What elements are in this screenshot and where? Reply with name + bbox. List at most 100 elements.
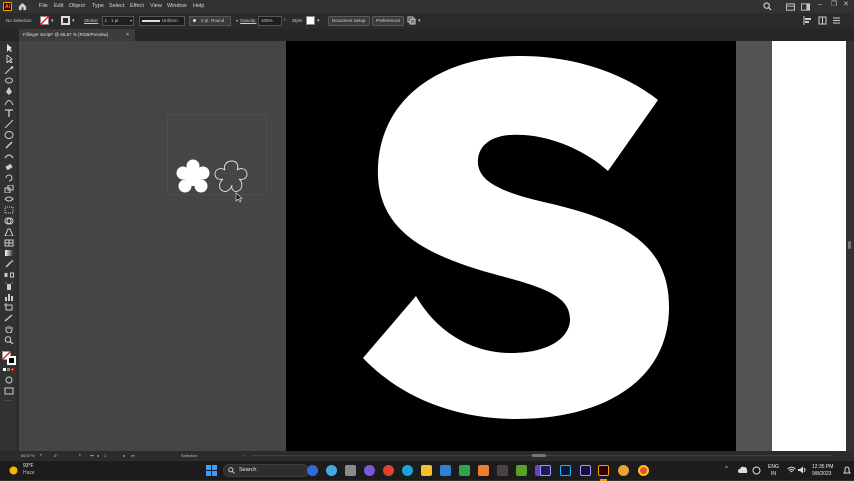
app-icon-yellow[interactable]	[618, 465, 629, 476]
menu-type[interactable]: Type	[92, 3, 104, 9]
search-icon[interactable]	[763, 2, 772, 11]
fill-dropdown-icon[interactable]: ▾	[51, 18, 54, 24]
sync-icon[interactable]	[752, 466, 761, 475]
task-view-icon[interactable]	[345, 465, 356, 476]
magic-wand-tool-icon[interactable]	[4, 66, 14, 74]
chrome-icon[interactable]	[638, 465, 649, 476]
stroke-weight-field[interactable]: ⇕ 1 pt ▾	[102, 16, 134, 26]
clock-time[interactable]: 12:35 PM	[812, 464, 833, 470]
free-transform-tool-icon[interactable]	[4, 206, 14, 214]
app-icon-red[interactable]	[383, 465, 394, 476]
clock-date[interactable]: 9/8/2023	[812, 471, 831, 477]
photoshop-icon[interactable]	[560, 465, 571, 476]
zoom-tool-icon[interactable]	[4, 336, 14, 344]
opacity-field[interactable]: 100%	[258, 16, 282, 26]
menu-select[interactable]: Select	[109, 3, 124, 9]
ellipse-tool-icon[interactable]	[4, 131, 14, 139]
first-artboard-icon[interactable]: ⏮	[90, 453, 94, 458]
chat-icon[interactable]	[364, 465, 375, 476]
windows-start-icon[interactable]	[206, 465, 217, 476]
type-tool-icon[interactable]	[4, 109, 14, 117]
notification-bell-icon[interactable]	[843, 466, 851, 475]
nvidia-icon[interactable]	[516, 465, 527, 476]
outlined-flower-shape[interactable]	[212, 158, 252, 199]
edge-browser-icon[interactable]	[402, 465, 413, 476]
eraser-tool-icon[interactable]	[4, 163, 14, 171]
menu-window[interactable]: Window	[167, 3, 187, 9]
file-explorer-icon[interactable]	[421, 465, 432, 476]
color-mode-icons[interactable]	[3, 368, 15, 372]
transform-icon[interactable]	[818, 16, 827, 25]
paintbrush-tool-icon[interactable]	[4, 141, 14, 149]
lasso-tool-icon[interactable]	[4, 77, 14, 85]
perspective-grid-tool-icon[interactable]	[4, 228, 14, 236]
vertical-scrollbar[interactable]	[846, 41, 854, 451]
pasteboard[interactable]	[19, 41, 286, 451]
taskbar-search-box[interactable]: Search	[223, 464, 309, 477]
line-segment-tool-icon[interactable]	[4, 120, 14, 128]
shaper-tool-icon[interactable]	[4, 152, 14, 160]
menu-object[interactable]: Object	[69, 3, 85, 9]
horizontal-scroll-thumb[interactable]	[532, 454, 546, 457]
panel-menu-icon[interactable]	[832, 16, 841, 25]
zoom-dropdown-icon[interactable]: ▾	[40, 453, 42, 457]
arrange-dropdown-icon[interactable]: ▾	[418, 18, 421, 24]
blend-tool-icon[interactable]	[4, 271, 14, 279]
show-hidden-icons[interactable]: ^	[725, 466, 728, 472]
close-tab-icon[interactable]: ×	[126, 29, 129, 41]
previous-artboard-icon[interactable]: ◂	[97, 453, 99, 458]
variable-width-profile[interactable]: Uniform	[139, 16, 185, 26]
stroke-dropdown-icon[interactable]: ▾	[72, 18, 75, 24]
curvature-tool-icon[interactable]	[4, 98, 14, 106]
close-window-icon[interactable]: ✕	[843, 0, 849, 8]
stroke-color-indicator[interactable]	[7, 356, 16, 365]
filled-flower-shape[interactable]	[174, 158, 212, 198]
language-indicator[interactable]: ENG	[768, 464, 779, 470]
slice-tool-icon[interactable]	[4, 314, 14, 322]
menu-effect[interactable]: Effect	[130, 3, 144, 9]
pen-tool-icon[interactable]	[4, 87, 14, 95]
artboard-tool-icon[interactable]	[4, 303, 14, 311]
onedrive-icon[interactable]	[738, 466, 748, 474]
mesh-tool-icon[interactable]	[4, 239, 14, 247]
status-arrow-icon[interactable]: ›	[244, 453, 245, 458]
restore-icon[interactable]: ❐	[831, 0, 837, 8]
home-icon[interactable]	[18, 2, 27, 11]
app-icon-dark[interactable]	[497, 465, 508, 476]
rotate-tool-icon[interactable]	[4, 174, 14, 182]
region-indicator[interactable]: IN	[771, 471, 776, 477]
menu-file[interactable]: File	[39, 3, 48, 9]
next-artboard-icon[interactable]: ▸	[123, 453, 125, 458]
menu-view[interactable]: View	[150, 3, 162, 9]
document-setup-button[interactable]: Document Setup	[328, 16, 370, 26]
wifi-icon[interactable]	[787, 466, 796, 474]
arrange-icon[interactable]	[407, 16, 416, 25]
selection-tool-icon[interactable]	[4, 44, 14, 52]
opacity-arrow-icon[interactable]: ›	[284, 17, 286, 23]
illustrator-taskbar-icon[interactable]	[598, 465, 609, 476]
zoom-level[interactable]: 66.67%	[21, 453, 35, 458]
width-tool-icon[interactable]	[4, 195, 14, 203]
stroke-swatch[interactable]	[61, 16, 70, 25]
spreadsheet-icon[interactable]	[459, 465, 470, 476]
document-tab[interactable]: Fillinger Script* @ 66.67 % (RGB/Preview…	[19, 29, 135, 41]
stroke-label[interactable]: Stroke:	[84, 17, 98, 25]
weather-icon[interactable]	[8, 465, 19, 476]
app-icon-orange[interactable]	[478, 465, 489, 476]
letter-s-artwork[interactable]: S	[286, 41, 736, 451]
rotation-dropdown-icon[interactable]: ▾	[79, 453, 81, 457]
arrange-documents-icon[interactable]	[786, 3, 795, 11]
artboard-main[interactable]: S	[286, 41, 736, 451]
workspace-switcher-icon[interactable]	[801, 3, 810, 11]
style-dropdown-icon[interactable]: ▾	[317, 18, 320, 24]
align-icon[interactable]	[803, 16, 812, 25]
edit-toolbar-icon[interactable]: ···	[5, 398, 11, 404]
store-icon[interactable]	[440, 465, 451, 476]
gradient-tool-icon[interactable]	[4, 249, 14, 257]
menu-edit[interactable]: Edit	[54, 3, 63, 9]
teams-icon[interactable]	[307, 465, 318, 476]
opacity-label[interactable]: Opacity:	[240, 17, 257, 25]
screen-mode-icon[interactable]	[4, 387, 14, 395]
menu-help[interactable]: Help	[193, 3, 204, 9]
preferences-button[interactable]: Preferences	[372, 16, 405, 26]
